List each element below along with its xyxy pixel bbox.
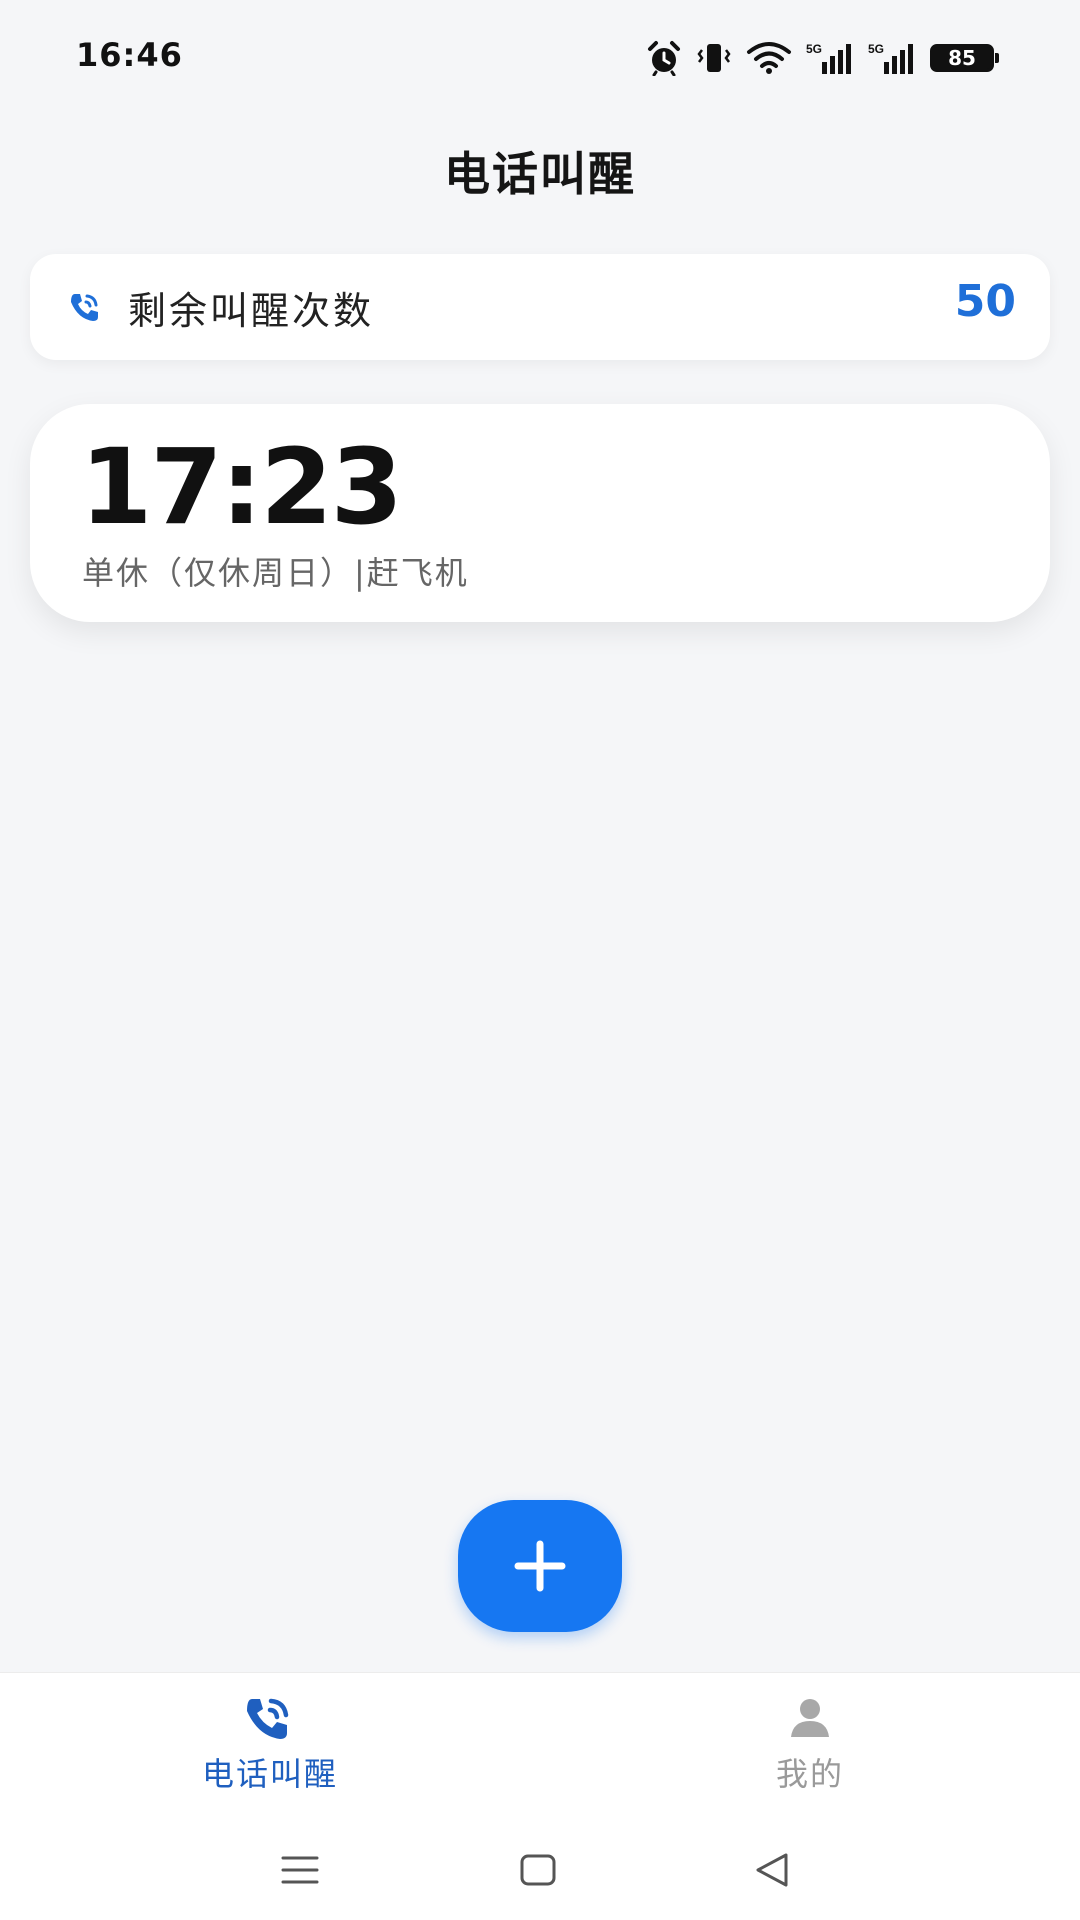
alarm-card[interactable]: 17:23 单休（仅休周日）|赶飞机 [30,404,1050,622]
alarm-time: 17:23 [80,426,403,548]
svg-text:5G: 5G [868,42,884,56]
person-icon [785,1693,835,1747]
status-icons: 5G 5G 85 [646,36,999,80]
tab-phone-wakeup[interactable]: 电话叫醒 [0,1673,540,1821]
status-time: 16:46 [76,36,183,74]
battery-icon: 85 [930,44,999,72]
remaining-count-label: 剩余叫醒次数 [128,289,375,333]
back-icon[interactable] [752,1850,792,1894]
battery-level: 85 [948,46,976,70]
signal-5g-icon: 5G [806,40,854,76]
svg-text:5G: 5G [806,42,822,56]
remaining-count-card: 剩余叫醒次数 50 [30,254,1050,360]
menu-icon[interactable] [280,1850,320,1894]
tab-phone-wakeup-label: 电话叫醒 [201,1755,338,1793]
phone-call-icon [68,290,102,328]
wifi-icon [746,40,792,76]
alarm-description: 单休（仅休周日）|赶飞机 [82,554,469,592]
tab-mine-label: 我的 [775,1755,844,1793]
tab-mine[interactable]: 我的 [540,1673,1080,1821]
phone-call-icon [242,1693,298,1747]
home-icon[interactable] [518,1850,558,1894]
signal-5g-icon: 5G [868,40,916,76]
bottom-tab-bar: 电话叫醒 我的 [0,1672,1080,1821]
remaining-count-value: 50 [954,276,1016,327]
system-nav-bar [0,1820,1080,1920]
plus-icon [510,1536,570,1600]
status-bar: 16:46 5G 5G 85 [0,0,1080,110]
page-title: 电话叫醒 [444,147,636,201]
add-alarm-button[interactable] [458,1500,622,1632]
vibrate-icon [696,40,732,76]
alarm-icon [646,40,682,76]
